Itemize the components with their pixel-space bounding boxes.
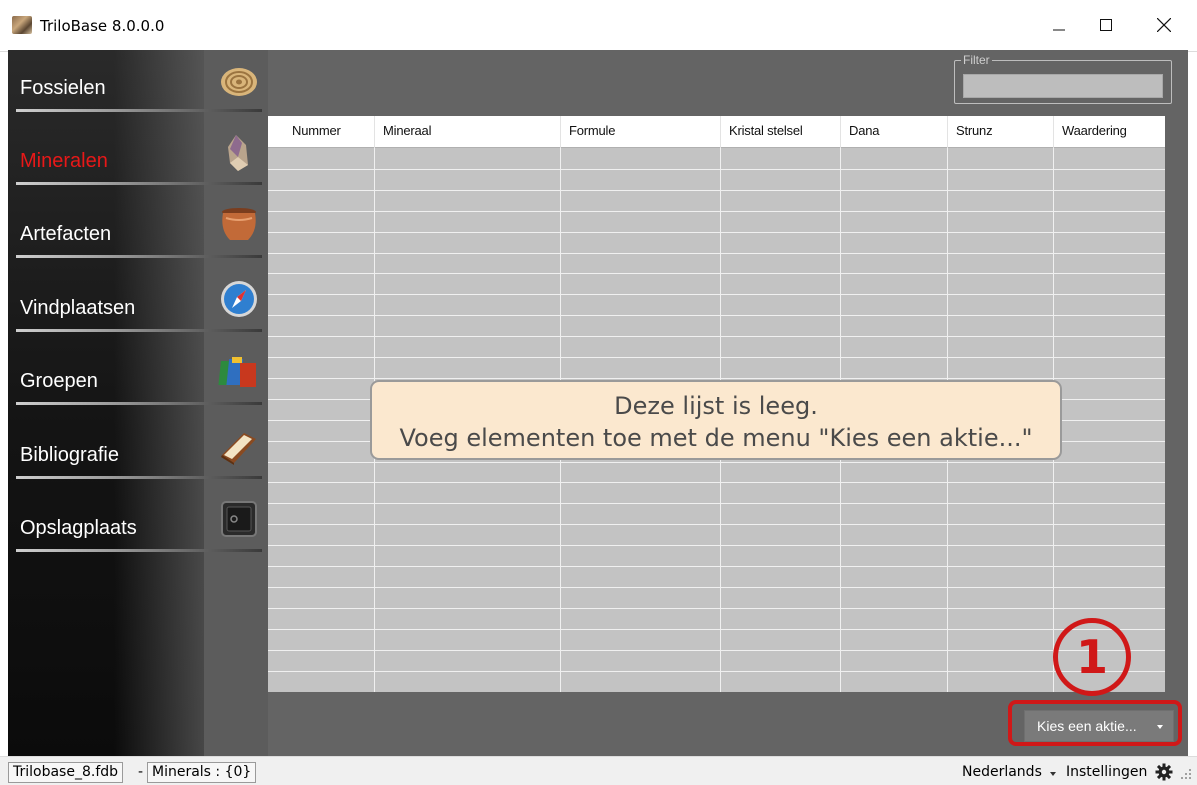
grid-row-line: [268, 650, 1165, 651]
grid-row-line: [268, 482, 1165, 483]
ammonite-icon: [221, 68, 257, 96]
status-separator: -: [138, 764, 144, 780]
sidebar-item-fossielen[interactable]: Fossielen: [8, 50, 264, 120]
status-bar: Trilobase_8.fdb - Minerals : {0} Nederla…: [0, 756, 1197, 785]
grid-row-line: [268, 608, 1165, 609]
book-icon: [221, 433, 256, 465]
sidebar-item-artefacten[interactable]: Artefacten: [8, 196, 264, 266]
nav-divider: [16, 255, 262, 258]
resize-grip-icon[interactable]: [1180, 767, 1192, 781]
column-header-strunz[interactable]: Strunz: [947, 116, 1053, 148]
grid-row-line: [268, 315, 1165, 316]
main-panel: Filter Nummer Mineraal Formule Kristal s…: [268, 50, 1188, 756]
grid-row-line: [268, 524, 1165, 525]
nav-divider: [16, 549, 262, 552]
column-header-waardering[interactable]: Waardering: [1053, 116, 1165, 148]
sidebar-item-label: Opslagplaats: [20, 517, 137, 539]
table-header: Nummer Mineraal Formule Kristal stelsel …: [268, 116, 1165, 148]
folders-icon: [218, 357, 256, 387]
title-bar: TriloBase 8.0.0.0: [0, 0, 1197, 52]
nav-divider: [16, 109, 262, 112]
sidebar-item-mineralen[interactable]: Mineralen: [8, 123, 264, 193]
sidebar-item-label: Bibliografie: [20, 444, 119, 466]
settings-link[interactable]: Instellingen: [1066, 764, 1147, 780]
empty-list-message: Deze lijst is leeg. Voeg elementen toe m…: [370, 380, 1062, 460]
sidebar-item-label: Fossielen: [20, 77, 106, 99]
grid-row-line: [268, 545, 1165, 546]
grid-row-line: [268, 190, 1165, 191]
safe-icon: [221, 501, 257, 537]
column-header-dana[interactable]: Dana: [840, 116, 947, 148]
status-record-count: Minerals : {0}: [147, 762, 257, 783]
grid-row-line: [268, 378, 1165, 379]
sidebar-item-groepen[interactable]: Groepen: [8, 343, 264, 413]
minimize-button[interactable]: [1036, 0, 1082, 50]
callout-number: 1: [1053, 618, 1131, 696]
column-header-kristal-stelsel[interactable]: Kristal stelsel: [720, 116, 840, 148]
sidebar-item-label: Artefacten: [20, 223, 112, 245]
sidebar-item-label: Mineralen: [20, 150, 108, 172]
column-header-mineraal[interactable]: Mineraal: [374, 116, 560, 148]
app-icon: [12, 16, 32, 34]
close-button[interactable]: [1141, 0, 1187, 50]
grid-row-line: [268, 462, 1165, 463]
grid-row-line: [268, 169, 1165, 170]
sidebar-item-label: Vindplaatsen: [20, 297, 136, 319]
nav-divider: [16, 476, 262, 479]
sidebar-item-bibliografie[interactable]: Bibliografie: [8, 417, 264, 487]
nav-divider: [16, 182, 262, 185]
pot-icon: [222, 208, 256, 240]
filter-group: Filter: [954, 53, 1172, 104]
minimize-icon: [1053, 29, 1065, 31]
grid-row-line: [268, 232, 1165, 233]
sidebar-item-opslagplaats[interactable]: Opslagplaats: [8, 490, 264, 560]
grid-row-line: [268, 211, 1165, 212]
column-header-formule[interactable]: Formule: [560, 116, 720, 148]
empty-message-line1: Deze lijst is leeg.: [614, 392, 818, 420]
grid-row-line: [268, 357, 1165, 358]
grid-row-line: [268, 587, 1165, 588]
grid-row-line: [268, 336, 1165, 337]
maximize-button[interactable]: [1083, 0, 1129, 50]
grid-row-line: [268, 503, 1165, 504]
language-selector[interactable]: Nederlands: [962, 764, 1042, 780]
nav-divider: [16, 329, 262, 332]
grid-row-line: [268, 566, 1165, 567]
choose-action-button[interactable]: Kies een aktie...: [1024, 710, 1174, 742]
grid-row-line: [268, 253, 1165, 254]
maximize-icon: [1100, 19, 1112, 31]
compass-icon: [221, 281, 257, 317]
column-header-nummer[interactable]: Nummer: [284, 116, 374, 148]
filter-label: Filter: [961, 53, 992, 67]
window-title: TriloBase 8.0.0.0: [40, 17, 165, 35]
chevron-down-icon: [1157, 725, 1163, 729]
close-icon: [1157, 18, 1171, 32]
crystal-icon: [228, 135, 248, 171]
sidebar-item-vindplaatsen[interactable]: Vindplaatsen: [8, 270, 264, 340]
gear-icon[interactable]: [1155, 763, 1173, 781]
filter-input[interactable]: [963, 74, 1163, 98]
status-database: Trilobase_8.fdb: [8, 762, 124, 783]
nav-divider: [16, 402, 262, 405]
empty-message-line2: Voeg elementen toe met de menu "Kies een…: [399, 424, 1033, 452]
choose-action-label: Kies een aktie...: [1037, 718, 1137, 734]
grid-row-line: [268, 671, 1165, 672]
sidebar-item-label: Groepen: [20, 370, 98, 392]
grid-row-line: [268, 273, 1165, 274]
grid-row-line: [268, 294, 1165, 295]
grid-row-line: [268, 629, 1165, 630]
chevron-down-icon: [1050, 772, 1056, 776]
